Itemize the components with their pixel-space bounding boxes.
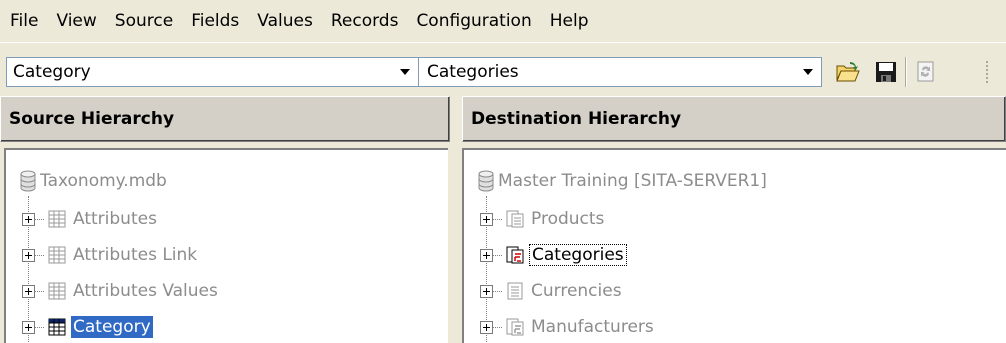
destination-hierarchy-tree: Master Training [SITA-SERVER1] Products … — [462, 148, 1006, 343]
source-item-attributes-values[interactable]: Attributes Values — [22, 278, 220, 304]
source-item-category[interactable]: Category — [22, 314, 153, 340]
destination-table-select[interactable]: Categories — [418, 57, 822, 87]
menu-fields[interactable]: Fields — [182, 6, 248, 36]
menu-records[interactable]: Records — [322, 6, 408, 36]
destination-root-node[interactable]: Master Training [SITA-SERVER1] — [478, 168, 767, 194]
expand-icon[interactable] — [480, 248, 493, 262]
destination-item-manufacturers[interactable]: Manufacturers — [480, 314, 656, 340]
source-table-value: Category — [13, 62, 91, 82]
save-disk-icon — [876, 62, 896, 82]
tree-item-label: Manufacturers — [531, 317, 654, 337]
tree-item-label: Categories — [529, 244, 627, 266]
lookup-table-icon — [507, 282, 523, 300]
refresh-icon — [917, 61, 934, 82]
expand-icon[interactable] — [480, 212, 493, 226]
source-hierarchy-header: Source Hierarchy — [0, 96, 450, 142]
database-icon — [478, 170, 494, 192]
menu-help[interactable]: Help — [541, 6, 598, 36]
menu-source[interactable]: Source — [106, 6, 182, 36]
table-icon — [48, 282, 66, 300]
toolbar-separator — [905, 57, 907, 87]
menu-bar: File View Source Fields Values Records C… — [0, 0, 1006, 42]
destination-root-label: Master Training [SITA-SERVER1] — [498, 171, 767, 191]
source-item-attributes[interactable]: Attributes — [22, 206, 159, 232]
hierarchy-table-icon — [506, 318, 524, 336]
source-root-node[interactable]: Taxonomy.mdb — [20, 168, 167, 194]
destination-item-products[interactable]: Products — [480, 206, 606, 232]
menu-file[interactable]: File — [8, 6, 47, 36]
expand-icon[interactable] — [22, 320, 35, 334]
source-root-label: Taxonomy.mdb — [40, 171, 167, 191]
chevron-down-icon[interactable] — [799, 62, 817, 82]
table-icon — [48, 210, 66, 228]
table-icon — [48, 318, 66, 336]
toolbar-grip — [986, 61, 990, 83]
tree-item-label: Products — [531, 209, 605, 229]
expand-icon[interactable] — [480, 284, 493, 298]
chevron-down-icon[interactable] — [396, 62, 414, 82]
destination-item-categories[interactable]: Categories — [480, 242, 627, 268]
menu-view[interactable]: View — [47, 6, 105, 36]
source-table-select[interactable]: Category — [6, 57, 418, 87]
expand-icon[interactable] — [22, 248, 35, 262]
tree-item-label: Attributes — [73, 209, 157, 229]
open-folder-icon — [836, 62, 860, 82]
destination-hierarchy-header: Destination Hierarchy — [462, 96, 1006, 142]
destination-item-currencies[interactable]: Currencies — [480, 278, 624, 304]
panel-splitter[interactable] — [450, 96, 462, 343]
tree-item-label: Attributes Link — [73, 245, 198, 265]
tree-item-label: Category — [71, 316, 153, 338]
menu-configuration[interactable]: Configuration — [407, 6, 540, 36]
expand-icon[interactable] — [480, 320, 493, 334]
main-table-icon — [506, 210, 524, 228]
expand-icon[interactable] — [22, 284, 35, 298]
expand-icon[interactable] — [22, 212, 35, 226]
save-button[interactable] — [870, 56, 902, 88]
tree-item-label: Attributes Values — [73, 281, 218, 301]
menu-values[interactable]: Values — [248, 6, 322, 36]
hierarchy-table-icon — [506, 246, 524, 264]
destination-table-value: Categories — [427, 62, 519, 82]
source-item-attributes-link[interactable]: Attributes Link — [22, 242, 199, 268]
toolbar: Category Categories — [0, 42, 1006, 94]
tree-item-label: Currencies — [531, 281, 622, 301]
table-icon — [48, 246, 66, 264]
source-hierarchy-tree: Taxonomy.mdb Attributes Attributes Link … — [4, 148, 448, 343]
open-button[interactable] — [832, 56, 864, 88]
database-icon — [20, 170, 36, 192]
refresh-button[interactable] — [910, 56, 942, 88]
